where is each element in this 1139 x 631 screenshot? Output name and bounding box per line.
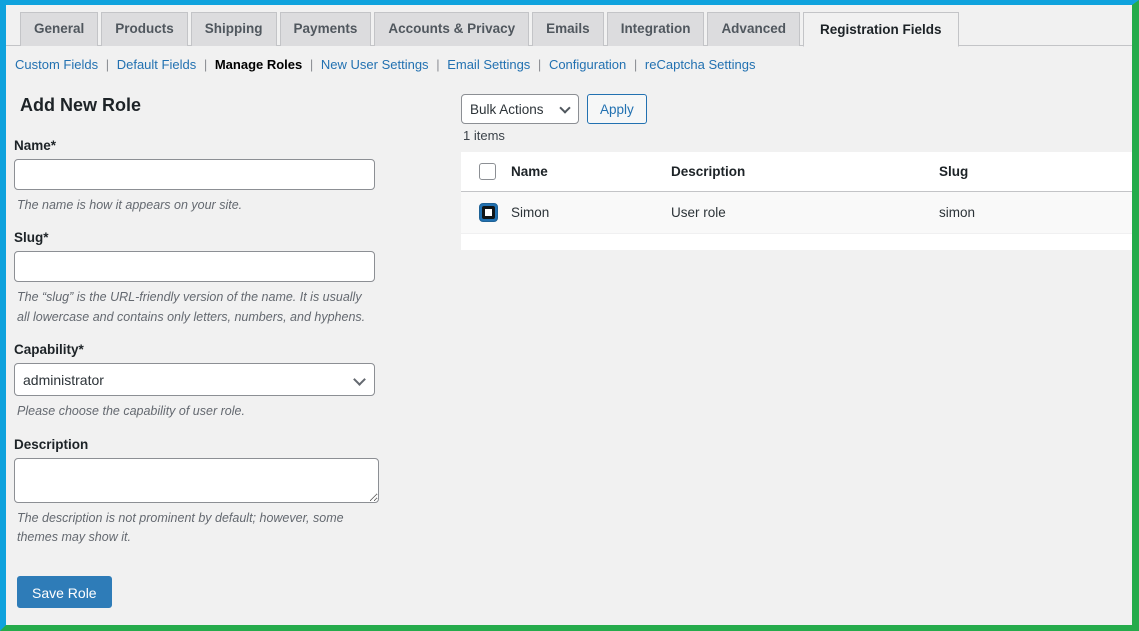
page-title: Add New Role	[20, 95, 398, 116]
subnav-separator: |	[200, 57, 211, 72]
row-select-cell	[461, 192, 511, 234]
tab-accounts-privacy[interactable]: Accounts & Privacy	[374, 12, 529, 46]
tab-payments[interactable]: Payments	[280, 12, 372, 46]
tab-products[interactable]: Products	[101, 12, 188, 46]
subnav-separator: |	[432, 57, 443, 72]
items-count: 1 items	[463, 128, 1131, 143]
roles-table-body: Simon User role simon	[461, 192, 1137, 234]
subnav-separator: |	[630, 57, 641, 72]
table-header-row: Name Description Slug	[461, 152, 1137, 192]
capability-select[interactable]: administrator	[14, 363, 375, 396]
subnav: Custom Fields | Default Fields | Manage …	[6, 46, 1132, 82]
column-header-slug[interactable]: Slug	[939, 152, 1137, 192]
subnav-separator: |	[306, 57, 317, 72]
cell-slug: simon	[939, 192, 1137, 234]
settings-tab-strip: General Products Shipping Payments Accou…	[6, 5, 1132, 46]
subnav-separator: |	[102, 57, 113, 72]
field-group-slug: Slug* The “slug” is the URL-friendly ver…	[14, 230, 398, 327]
capability-select-wrap: administrator	[14, 363, 375, 396]
table-footer-row	[461, 234, 1137, 250]
name-label: Name*	[14, 138, 398, 153]
slug-label: Slug*	[14, 230, 398, 245]
page-root: General Products Shipping Payments Accou…	[0, 0, 1139, 631]
column-header-description[interactable]: Description	[671, 152, 939, 192]
tab-integration[interactable]: Integration	[607, 12, 705, 46]
cell-description: User role	[671, 192, 939, 234]
subnav-item-email-settings[interactable]: Email Settings	[447, 57, 530, 72]
tab-registration-fields[interactable]: Registration Fields	[803, 12, 959, 47]
subnav-item-new-user-settings[interactable]: New User Settings	[321, 57, 429, 72]
subnav-item-configuration[interactable]: Configuration	[549, 57, 626, 72]
subnav-item-manage-roles[interactable]: Manage Roles	[215, 57, 302, 72]
bulk-actions-select[interactable]: Bulk Actions	[461, 94, 579, 124]
field-group-description: Description The description is not promi…	[14, 437, 398, 548]
tab-advanced[interactable]: Advanced	[707, 12, 800, 46]
select-all-checkbox[interactable]	[479, 163, 496, 180]
field-group-name: Name* The name is how it appears on your…	[14, 138, 398, 215]
field-group-capability: Capability* administrator Please choose …	[14, 342, 398, 421]
description-help-text: The description is not prominent by defa…	[17, 509, 375, 548]
apply-button[interactable]: Apply	[587, 94, 647, 124]
roles-table: Name Description Slug Simon User role si…	[461, 152, 1137, 250]
table-footer-cell	[461, 234, 1137, 250]
description-label: Description	[14, 437, 398, 452]
capability-label: Capability*	[14, 342, 398, 357]
subnav-separator: |	[534, 57, 545, 72]
table-row[interactable]: Simon User role simon	[461, 192, 1137, 234]
add-new-role-form: Add New Role Name* The name is how it ap…	[6, 82, 406, 608]
subnav-item-custom-fields[interactable]: Custom Fields	[15, 57, 98, 72]
column-header-name[interactable]: Name	[511, 152, 671, 192]
tab-shipping[interactable]: Shipping	[191, 12, 277, 46]
capability-help-text: Please choose the capability of user rol…	[17, 402, 375, 421]
slug-help-text: The “slug” is the URL-friendly version o…	[17, 288, 375, 327]
tab-general[interactable]: General	[20, 12, 98, 46]
bulk-actions-select-wrap: Bulk Actions	[461, 94, 579, 124]
description-textarea[interactable]	[14, 458, 379, 503]
roles-table-head: Name Description Slug	[461, 152, 1137, 192]
content-area: Add New Role Name* The name is how it ap…	[6, 82, 1132, 602]
tab-emails[interactable]: Emails	[532, 12, 604, 46]
bulk-actions-row: Bulk Actions Apply	[461, 94, 1131, 124]
name-input[interactable]	[14, 159, 375, 190]
roles-table-foot	[461, 234, 1137, 250]
row-select-checkbox[interactable]	[479, 203, 498, 222]
cell-name: Simon	[511, 192, 671, 234]
roles-list-panel: Bulk Actions Apply 1 items Name Descript…	[461, 82, 1131, 250]
subnav-item-recaptcha-settings[interactable]: reCaptcha Settings	[645, 57, 756, 72]
subnav-item-default-fields[interactable]: Default Fields	[117, 57, 196, 72]
select-all-header	[461, 152, 511, 192]
slug-input[interactable]	[14, 251, 375, 282]
name-help-text: The name is how it appears on your site.	[17, 196, 375, 215]
save-role-button[interactable]: Save Role	[17, 576, 112, 608]
